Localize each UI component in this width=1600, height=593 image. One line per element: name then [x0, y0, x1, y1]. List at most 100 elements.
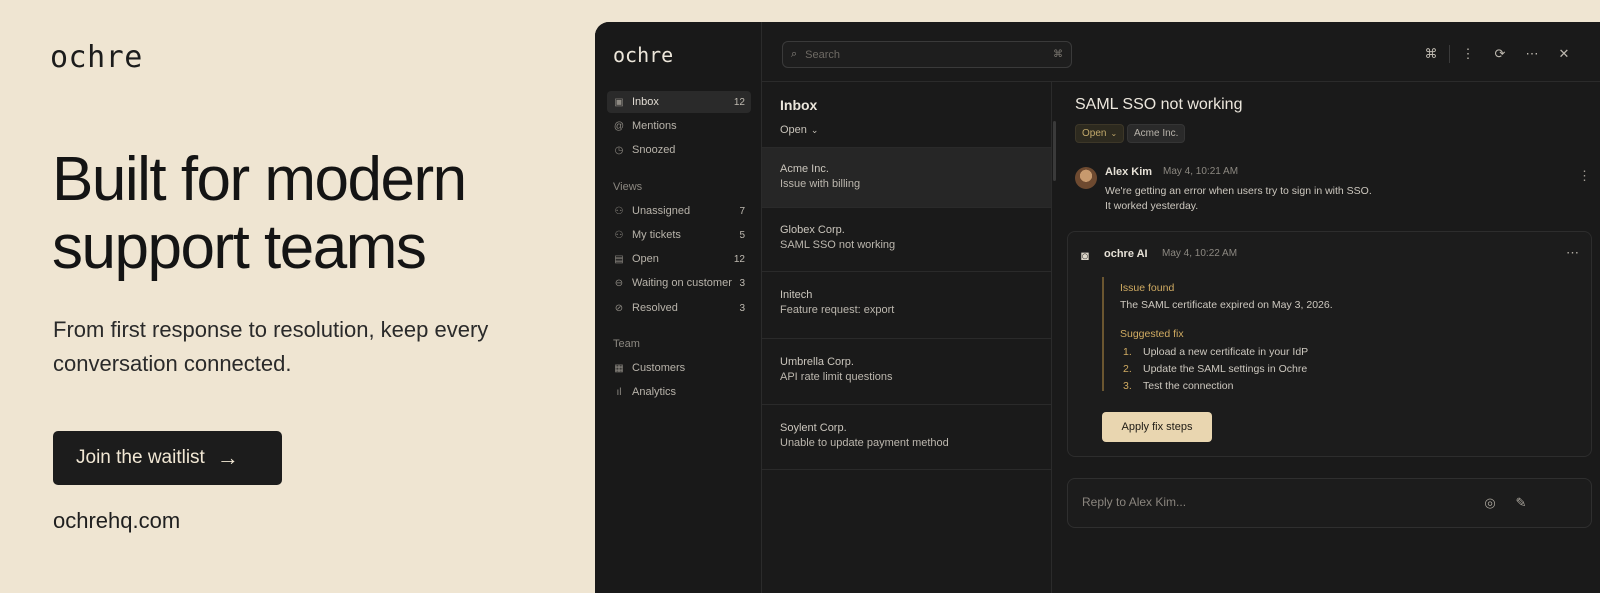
ticket-subject: API rate limit questions	[780, 371, 893, 383]
sidebar-item-label: My tickets	[632, 229, 681, 241]
ticket-detail: SAML SSO not working Open ⌄ Acme Inc. Al…	[1053, 81, 1600, 593]
search-input[interactable]	[805, 48, 1026, 61]
sidebar-item-mentions[interactable]: @ Mentions	[607, 115, 751, 137]
list-title: Inbox	[780, 97, 818, 113]
arrow-right-icon: →	[216, 445, 239, 470]
search-box[interactable]: ⌕ ⌘	[782, 41, 1072, 68]
fix-step: 3. Test the connection	[1123, 380, 1233, 392]
sidebar-item-label: Waiting on customer	[632, 277, 732, 289]
sidebar-item-label: Analytics	[632, 386, 677, 398]
ai-quote-rule	[1102, 277, 1104, 391]
more-vertical-icon[interactable]: ⋮	[1452, 44, 1484, 64]
ticket-title: SAML SSO not working	[1075, 96, 1243, 113]
sidebar-item-analytics[interactable]: ıl Analytics	[607, 381, 751, 403]
sidebar-item-customers[interactable]: ▦ Customers	[607, 357, 751, 379]
issue-heading: Issue found	[1120, 282, 1175, 294]
ticket-company: Acme Inc.	[780, 163, 829, 175]
sidebar-item-snoozed[interactable]: ◷ Snoozed	[607, 139, 751, 161]
sidebar-item-open[interactable]: ▤ Open 12	[607, 248, 751, 270]
status-badge-label: Open	[1082, 128, 1107, 139]
views-heading: Views	[613, 181, 643, 193]
status-badge[interactable]: Open ⌄	[1075, 124, 1125, 143]
ticket-row[interactable]: Acme Inc. Issue with billing	[762, 147, 1051, 207]
message-body: We're getting an error when users try to…	[1105, 184, 1435, 214]
inbox-count: 12	[733, 96, 745, 108]
at-icon: @	[613, 120, 625, 132]
website-link[interactable]: ochrehq.com	[53, 508, 180, 534]
ai-time: May 4, 10:22 AM	[1162, 248, 1238, 259]
ai-author: ochre AI	[1104, 248, 1148, 260]
scrollbar[interactable]	[1053, 121, 1056, 181]
join-waitlist-button[interactable]: Join the waitlist →	[53, 431, 282, 485]
step-text: Upload a new certificate in your IdP	[1143, 346, 1309, 358]
sidebar-item-label: Snoozed	[632, 144, 676, 156]
ticket-company: Soylent Corp.	[780, 422, 847, 434]
sidebar-item-inbox[interactable]: ▣ Inbox 12	[607, 91, 751, 113]
view-count: 3	[739, 277, 745, 289]
team-heading: Team	[613, 338, 640, 350]
ochre-ai-icon: ◙	[1081, 247, 1089, 263]
message-time: May 4, 10:21 AM	[1163, 166, 1239, 177]
sidebar-item-label: Customers	[632, 362, 686, 374]
close-icon[interactable]: ✕	[1548, 44, 1580, 64]
more-horizontal-icon[interactable]: ⋯	[1566, 245, 1579, 261]
ticket-row[interactable]: Umbrella Corp. API rate limit questions	[762, 338, 1051, 404]
ticket-subject: Issue with billing	[780, 178, 861, 190]
clock-icon: ◷	[614, 144, 624, 156]
window-toolbar: ⌘ ⋮ ⟳ ⋯ ✕	[1415, 44, 1580, 64]
chevron-down-icon: ⌄	[810, 125, 819, 135]
command-key-icon: ⌘	[1053, 49, 1063, 60]
refresh-icon[interactable]: ⟳	[1484, 44, 1516, 64]
join-waitlist-label: Join the waitlist	[76, 447, 205, 468]
hourglass-icon: ⊖	[614, 277, 624, 289]
ticket-row[interactable]: Globex Corp. SAML SSO not working	[762, 207, 1051, 271]
sidebar-item-label: Unassigned	[632, 205, 691, 217]
ticket-subject: Unable to update payment method	[780, 437, 949, 449]
ticket-company: Initech	[780, 289, 813, 301]
more-vertical-icon[interactable]: ⋮	[1578, 168, 1591, 184]
command-icon[interactable]: ⌘	[1415, 44, 1447, 64]
ai-sparkle-icon[interactable]: ◎	[1481, 494, 1499, 512]
step-text: Update the SAML settings in Ochre	[1143, 363, 1308, 375]
sidebar-item-label: Open	[632, 253, 659, 265]
status-filter-dropdown[interactable]: Open ⌄	[780, 124, 818, 136]
sidebar-item-resolved[interactable]: ⊘ Resolved 3	[607, 297, 751, 319]
user-icon: ⚇	[614, 205, 624, 217]
sidebar-item-label: Resolved	[632, 302, 678, 314]
message-author: Alex Kim	[1105, 166, 1153, 178]
sidebar-item-unassigned[interactable]: ⚇ Unassigned 7	[607, 200, 751, 222]
reply-box[interactable]: ◎ ✎	[1067, 478, 1592, 528]
fix-step: 2. Update the SAML settings in Ochre	[1123, 363, 1307, 375]
sidebar-item-label: Mentions	[632, 120, 677, 132]
inbox-icon: ▣	[614, 96, 624, 108]
sidebar-item-waiting-on-customer[interactable]: ⊖ Waiting on customer 3	[607, 272, 751, 294]
ai-suggestion-card: ◙ ochre AI May 4, 10:22 AM ⋯ Issue found…	[1067, 231, 1592, 457]
chevron-down-icon: ⌄	[1110, 129, 1118, 138]
message-line: We're getting an error when users try to…	[1105, 185, 1372, 197]
search-icon: ⌕	[791, 48, 798, 60]
avatar	[1075, 167, 1097, 189]
user-icon: ⚇	[614, 229, 624, 241]
organization-badge[interactable]: Acme Inc.	[1127, 124, 1186, 143]
filter-label: Open	[780, 124, 807, 136]
toolbar-divider	[1449, 45, 1450, 63]
ticket-company: Umbrella Corp.	[780, 356, 854, 368]
brand-logo: ochre	[50, 40, 143, 75]
ticket-row[interactable]: Initech Feature request: export	[762, 271, 1051, 338]
reply-input[interactable]	[1082, 495, 1462, 509]
compose-icon[interactable]: ✎	[1512, 494, 1530, 512]
sidebar-item-my-tickets[interactable]: ⚇ My tickets 5	[607, 224, 751, 246]
step-text: Test the connection	[1143, 380, 1234, 392]
step-number: 2.	[1123, 363, 1132, 375]
building-icon: ▦	[614, 362, 624, 374]
sidebar: ochre ▣ Inbox 12 @ Mentions ◷ Snoozed Vi…	[595, 22, 762, 593]
message-line: It worked yesterday.	[1105, 200, 1199, 212]
ticket-company: Globex Corp.	[780, 224, 845, 236]
fix-step: 1. Upload a new certificate in your IdP	[1123, 346, 1308, 358]
view-count: 3	[739, 302, 745, 314]
apply-fix-steps-button[interactable]: Apply fix steps	[1102, 412, 1212, 442]
ticket-row[interactable]: Soylent Corp. Unable to update payment m…	[762, 404, 1051, 470]
view-count: 5	[739, 229, 745, 241]
ticket-subject: Feature request: export	[780, 304, 895, 316]
more-horizontal-icon[interactable]: ⋯	[1516, 44, 1548, 64]
